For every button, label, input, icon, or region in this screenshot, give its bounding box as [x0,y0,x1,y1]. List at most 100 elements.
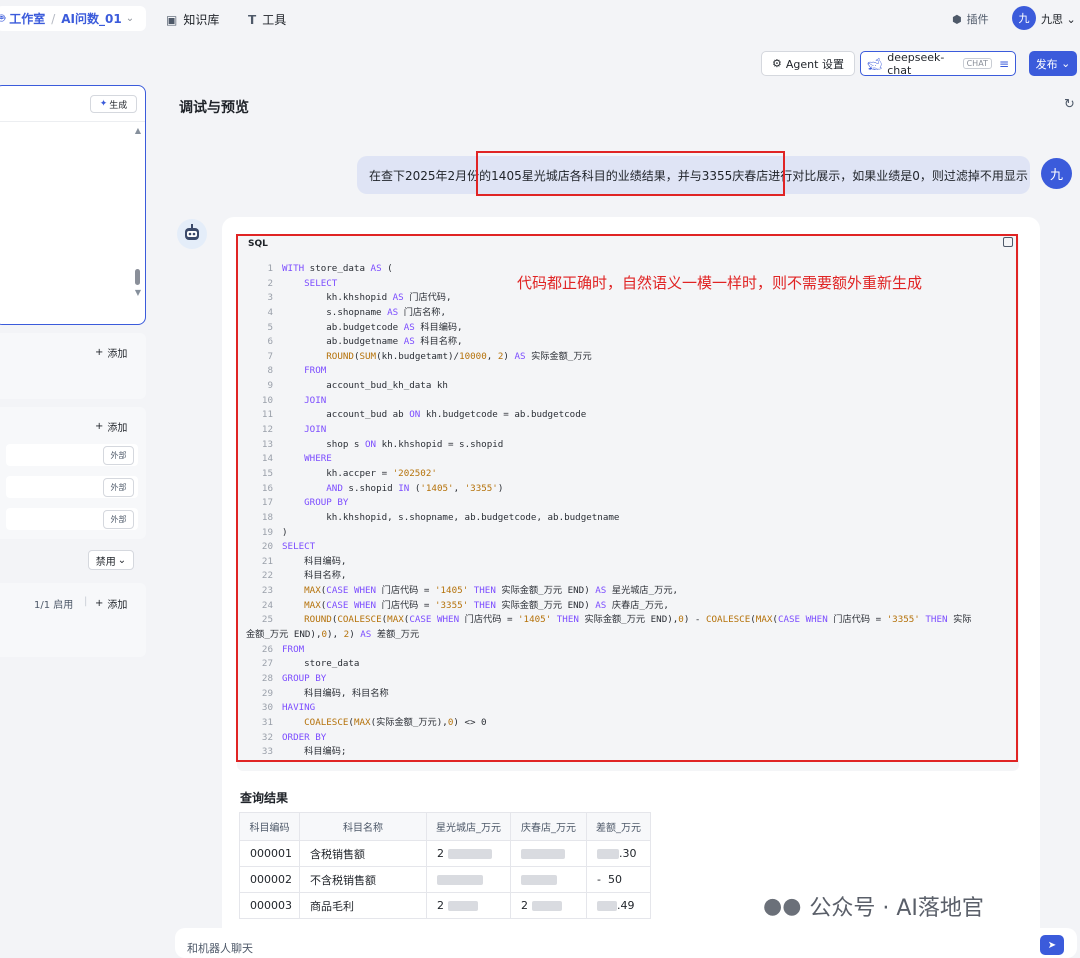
list-item[interactable]: 外部 [6,476,138,498]
plus-icon: + [95,421,104,432]
nav-tools-label: 工具 [262,13,287,27]
nav-tools[interactable]: 𝗧 工具 [248,11,286,28]
redacted-block [521,875,557,885]
watermark: ●● 公众号 · AI落地官 [763,890,984,922]
cell-text: 2 [437,847,444,860]
cube-icon: ⬢ [952,12,962,26]
cell-value: 2 [510,892,587,919]
cell-text: - 50 [597,873,622,886]
highlight-box [476,151,785,196]
side-section-1 [0,333,146,399]
cell-value: - 50 [586,866,651,893]
breadcrumb-studio[interactable]: 工作室 [9,10,45,27]
redacted-block [521,849,565,859]
user-avatar: 九 [1041,158,1072,189]
table-header-row: 科目编码 科目名称 星光城店_万元 庆春店_万元 差额_万元 [239,812,651,841]
cell-value: .30 [586,840,651,867]
plus-icon: + [95,347,104,358]
add-button-1[interactable]: + 添加 [95,345,127,360]
cell-name: 含税销售额 [299,840,427,867]
nav-knowledge-label: 知识库 [183,13,220,27]
plugin-link[interactable]: ⬢ 插件 [952,11,989,27]
send-button[interactable]: ➤ [1040,935,1064,955]
agent-settings-label: Agent 设置 [785,57,844,71]
highlight-box [236,234,1018,762]
chat-input[interactable]: 和机器人聊天 [175,928,1077,958]
breadcrumb-project[interactable]: AI问数_01 [61,10,121,27]
refresh-icon[interactable]: ↻ [1064,97,1075,112]
disable-label: 禁用 [95,556,116,568]
generate-button[interactable]: ✦ 生成 [90,95,137,113]
cell-text: .30 [619,847,637,860]
top-bar: 🤖︎ 工作室 / AI问数_01 ⌄ ▣ 知识库 𝗧 工具 ⬢ 插件 九 九思 … [0,0,1080,38]
cell-value [510,840,587,867]
table-row: 000001 含税销售额 2 .30 [239,840,651,867]
watermark-text: 公众号 · AI落地官 [809,896,984,921]
send-icon: ➤ [1047,939,1057,951]
settings-sliders-icon[interactable]: ≡ [999,57,1009,71]
external-badge: 外部 [103,510,134,529]
cell-name: 不含税销售额 [299,866,427,893]
cell-name: 商品毛利 [299,892,427,919]
cell-code: 000002 [239,866,300,893]
generate-label: 生成 [109,100,128,111]
cell-value: 2 [426,892,511,919]
chevron-down-icon: ⌄ [1061,57,1071,70]
model-name: deepseek-chat [887,50,945,77]
cell-text: .49 [617,899,635,912]
table-row: 000003 商品毛利 2 2 .49 [239,892,651,919]
chat-input-placeholder: 和机器人聊天 [187,942,253,955]
redacted-block [447,901,478,911]
nav-knowledge[interactable]: ▣ 知识库 [166,11,219,28]
user-name-label: 九思 [1041,13,1063,26]
model-selector[interactable]: 🐋︎ deepseek-chat CHAT ≡ [860,50,1016,77]
column-header: 差额_万元 [586,812,651,841]
model-tag: CHAT [962,58,992,69]
publish-label: 发布 [1035,57,1058,71]
column-header: 科目编码 [239,812,300,841]
chevron-down-icon: ⌄ [117,554,127,566]
add-label: 添加 [107,349,128,360]
cell-value: .49 [586,892,651,919]
robot-icon: 🤖︎ [0,11,6,25]
tool-icon: 𝗧 [248,12,257,27]
chevron-down-icon[interactable]: ⌄ [126,13,134,24]
scrollbar-thumb[interactable] [135,269,140,285]
sparkle-icon: ✦ [99,99,108,109]
gear-icon: ⚙ [772,57,782,70]
result-title: 查询结果 [240,791,289,805]
cell-text: 2 [521,899,528,912]
publish-button[interactable]: 发布 ⌄ [1029,51,1077,76]
prompt-editor[interactable]: ✦ 生成 ▲ ▼ [0,85,146,325]
cell-value [510,866,587,893]
annotation-text: 代码都正确时，自然语义一模一样时，则不需要额外重新生成 [517,274,923,292]
redacted-block [437,875,483,885]
plugin-label: 插件 [966,13,989,26]
redacted-block [597,849,619,859]
scroll-down-arrow[interactable]: ▼ [135,288,141,297]
scroll-up-arrow[interactable]: ▲ [135,126,141,135]
book-icon: ▣ [166,12,178,27]
redacted-block [447,849,492,859]
add-button-2[interactable]: + 添加 [95,419,127,434]
cell-code: 000003 [239,892,300,919]
user-avatar[interactable]: 九 [1012,6,1036,30]
external-badge: 外部 [103,478,134,497]
add-button-3[interactable]: + 添加 [95,596,127,611]
table-row: 000002 不含税销售额 - 50 [239,866,651,893]
result-table: 科目编码 科目名称 星光城店_万元 庆春店_万元 差额_万元 000001 含税… [239,812,651,919]
list-item[interactable]: 外部 [6,444,138,466]
external-badge: 外部 [103,446,134,465]
wechat-icon: ●● [763,893,802,919]
page-title: 调试与预览 [179,100,249,116]
agent-settings-button[interactable]: ⚙ Agent 设置 [761,51,855,76]
user-name[interactable]: 九思 ⌄ [1041,11,1076,27]
list-item[interactable]: 外部 [6,508,138,530]
enabled-count: 1/1 启用 [34,600,74,611]
cell-value [426,866,511,893]
column-header: 庆春店_万元 [510,812,587,841]
breadcrumb[interactable]: 🤖︎ 工作室 / AI问数_01 ⌄ [0,6,146,31]
disable-select[interactable]: 禁用 ⌄ [88,550,134,570]
column-header: 科目名称 [299,812,427,841]
redacted-block [597,901,617,911]
